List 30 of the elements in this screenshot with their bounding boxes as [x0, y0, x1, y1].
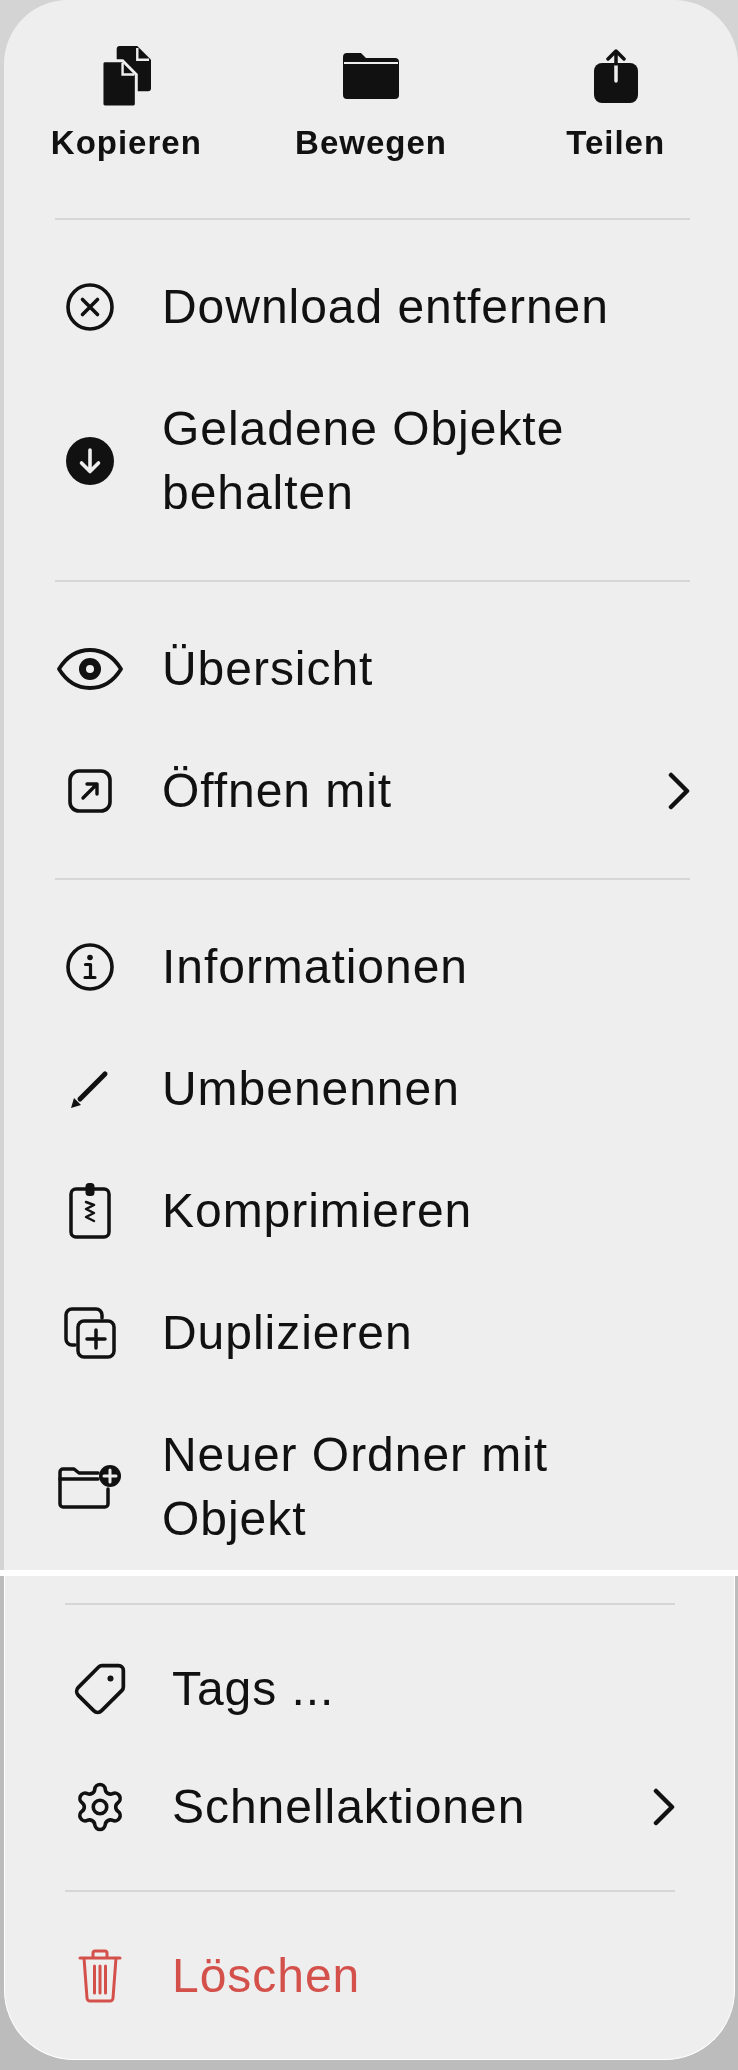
menu-item[interactable]: Neuer Ordner mit Objekt — [55, 1394, 690, 1570]
circle-x-icon — [66, 283, 114, 331]
folder-icon — [343, 53, 399, 99]
folder-plus-icon — [58, 1464, 122, 1510]
menu-item[interactable]: Komprimieren — [55, 1150, 690, 1272]
eye-icon — [57, 648, 123, 690]
move-button[interactable]: Bewegen — [295, 45, 447, 161]
arrow-down-circle-icon — [66, 437, 114, 485]
copy-icon — [101, 45, 151, 107]
info-icon — [66, 943, 114, 991]
trash-icon — [78, 1949, 122, 2003]
menu-item[interactable]: Geladene Objekte behalten — [55, 368, 690, 554]
menu-item[interactable]: Umbenennen — [55, 1028, 690, 1150]
copy-button[interactable]: Kopieren — [50, 45, 202, 161]
menu-item[interactable]: Löschen — [65, 1917, 675, 2035]
menu-item[interactable]: Duplizieren — [55, 1272, 690, 1394]
menu-item[interactable]: Öffnen mit — [55, 730, 690, 852]
share-button[interactable]: Teilen — [566, 45, 666, 161]
menu-item[interactable]: Download entfernen — [55, 246, 690, 368]
menu-item[interactable]: Tags ... — [65, 1630, 675, 1748]
pencil-icon — [70, 1069, 110, 1109]
tag-icon — [72, 1661, 128, 1717]
menu-item[interactable]: Übersicht — [55, 608, 690, 730]
share-icon — [593, 49, 638, 103]
menu-item[interactable]: Schnellaktionen — [65, 1748, 675, 1866]
menu-item[interactable]: Informationen — [55, 906, 690, 1028]
copy-plus-icon — [64, 1307, 116, 1359]
chevron-right-icon — [653, 1788, 675, 1826]
archive-icon — [69, 1183, 111, 1239]
chevron-right-icon — [668, 772, 690, 810]
